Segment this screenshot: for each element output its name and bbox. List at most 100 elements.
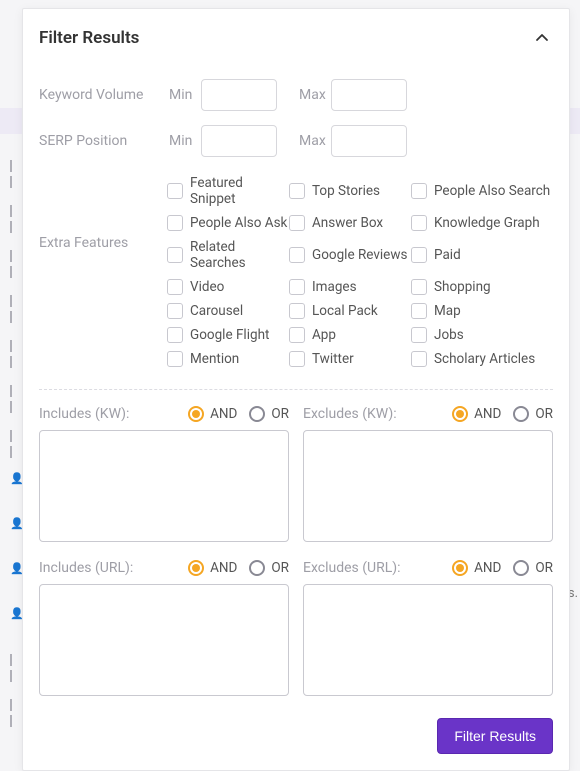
includes-kw-block: Includes (KW): AND OR	[39, 406, 289, 546]
feature-checkbox-item[interactable]: Shopping	[411, 279, 553, 295]
serp-position-max-input[interactable]	[331, 125, 407, 157]
checkbox-icon[interactable]	[289, 303, 305, 319]
includes-url-radio-group: AND OR	[188, 560, 289, 576]
keyword-volume-max-input[interactable]	[331, 79, 407, 111]
includes-url-and-radio[interactable]	[188, 560, 204, 576]
checkbox-icon[interactable]	[289, 351, 305, 367]
extra-features-grid: Featured Snippet Top Stories People Also S…	[167, 175, 553, 367]
feature-checkbox-item[interactable]: Jobs	[411, 327, 553, 343]
chevron-up-icon	[535, 31, 549, 45]
checkbox-icon[interactable]	[167, 183, 183, 199]
max-label: Max	[299, 87, 331, 103]
divider	[39, 389, 553, 390]
or-label: OR	[535, 406, 553, 422]
excludes-kw-textarea[interactable]	[303, 430, 553, 542]
checkbox-icon[interactable]	[289, 247, 305, 263]
feature-checkbox-item[interactable]: Images	[289, 279, 411, 295]
extra-features-label: Extra Features	[39, 175, 167, 251]
feature-label: Jobs	[434, 327, 464, 343]
checkbox-icon[interactable]	[289, 279, 305, 295]
feature-checkbox-item[interactable]: Related Searches	[167, 239, 289, 271]
checkbox-icon[interactable]	[167, 303, 183, 319]
feature-label: Carousel	[190, 303, 243, 319]
feature-checkbox-item[interactable]: Local Pack	[289, 303, 411, 319]
feature-label: Images	[312, 279, 357, 295]
checkbox-icon[interactable]	[289, 183, 305, 199]
excludes-kw-block: Excludes (KW): AND OR	[303, 406, 553, 546]
feature-checkbox-item[interactable]: Carousel	[167, 303, 289, 319]
checkbox-icon[interactable]	[411, 351, 427, 367]
filter-results-button[interactable]: Filter Results	[437, 718, 553, 754]
checkbox-icon[interactable]	[167, 279, 183, 295]
checkbox-icon[interactable]	[167, 351, 183, 367]
feature-checkbox-item[interactable]: Paid	[411, 239, 553, 271]
checkbox-icon[interactable]	[167, 327, 183, 343]
excludes-url-or-radio[interactable]	[513, 560, 529, 576]
includes-url-block: Includes (URL): AND OR	[39, 560, 289, 700]
bg-bars-icon	[10, 295, 14, 307]
feature-label: Top Stories	[312, 183, 380, 199]
feature-checkbox-item[interactable]: People Also Search	[411, 175, 553, 207]
includes-kw-textarea[interactable]	[39, 430, 289, 542]
filter-panel: Filter Results Keyword Volume Min Max SE…	[22, 8, 570, 771]
panel-footer: Filter Results	[39, 718, 553, 754]
collapse-toggle[interactable]	[531, 27, 553, 49]
feature-label: Answer Box	[312, 215, 383, 231]
checkbox-icon[interactable]	[167, 247, 183, 263]
checkbox-icon[interactable]	[289, 215, 305, 231]
checkbox-icon[interactable]	[167, 215, 183, 231]
includes-url-or-radio[interactable]	[249, 560, 265, 576]
feature-label: Twitter	[312, 351, 354, 367]
panel-header: Filter Results	[39, 27, 553, 49]
feature-checkbox-item[interactable]: Video	[167, 279, 289, 295]
feature-label: Video	[190, 279, 224, 295]
feature-checkbox-item[interactable]: Twitter	[289, 351, 411, 367]
feature-checkbox-item[interactable]: Google Flight	[167, 327, 289, 343]
feature-checkbox-item[interactable]: Google Reviews	[289, 239, 411, 271]
feature-checkbox-item[interactable]: App	[289, 327, 411, 343]
and-label: AND	[210, 560, 237, 576]
checkbox-icon[interactable]	[411, 327, 427, 343]
excludes-kw-and-radio[interactable]	[452, 406, 468, 422]
excludes-kw-radio-group: AND OR	[452, 406, 553, 422]
feature-label: Mention	[190, 351, 239, 367]
feature-label: Google Flight	[190, 327, 269, 343]
excludes-url-and-radio[interactable]	[452, 560, 468, 576]
includes-kw-and-radio[interactable]	[188, 406, 204, 422]
or-label: OR	[271, 560, 289, 576]
excludes-url-label: Excludes (URL):	[303, 560, 452, 576]
checkbox-icon[interactable]	[411, 279, 427, 295]
keyword-volume-min-input[interactable]	[201, 79, 277, 111]
feature-checkbox-item[interactable]: Mention	[167, 351, 289, 367]
bg-bars-icon	[10, 205, 14, 217]
feature-checkbox-item[interactable]: People Also Ask	[167, 215, 289, 231]
includes-kw-or-radio[interactable]	[249, 406, 265, 422]
checkbox-icon[interactable]	[411, 183, 427, 199]
max-label: Max	[299, 133, 331, 149]
feature-checkbox-item[interactable]: Top Stories	[289, 175, 411, 207]
feature-label: Paid	[434, 247, 461, 263]
bg-bars-icon	[10, 385, 14, 397]
feature-checkbox-item[interactable]: Answer Box	[289, 215, 411, 231]
feature-label: Local Pack	[312, 303, 378, 319]
excludes-kw-or-radio[interactable]	[513, 406, 529, 422]
feature-label: People Also Ask	[190, 215, 287, 231]
includes-kw-radio-group: AND OR	[188, 406, 289, 422]
checkbox-icon[interactable]	[411, 215, 427, 231]
bg-bars-icon	[10, 430, 14, 442]
feature-label: Map	[434, 303, 461, 319]
includes-url-label: Includes (URL):	[39, 560, 188, 576]
includes-url-textarea[interactable]	[39, 584, 289, 696]
feature-checkbox-item[interactable]: Map	[411, 303, 553, 319]
feature-checkbox-item[interactable]: Scholary Articles	[411, 351, 553, 367]
feature-checkbox-item[interactable]: Knowledge Graph	[411, 215, 553, 231]
bg-bars-icon	[10, 160, 14, 172]
excludes-url-radio-group: AND OR	[452, 560, 553, 576]
excludes-url-textarea[interactable]	[303, 584, 553, 696]
checkbox-icon[interactable]	[411, 247, 427, 263]
checkbox-icon[interactable]	[289, 327, 305, 343]
checkbox-icon[interactable]	[411, 303, 427, 319]
serp-position-min-input[interactable]	[201, 125, 277, 157]
feature-checkbox-item[interactable]: Featured Snippet	[167, 175, 289, 207]
feature-label: Shopping	[434, 279, 491, 295]
